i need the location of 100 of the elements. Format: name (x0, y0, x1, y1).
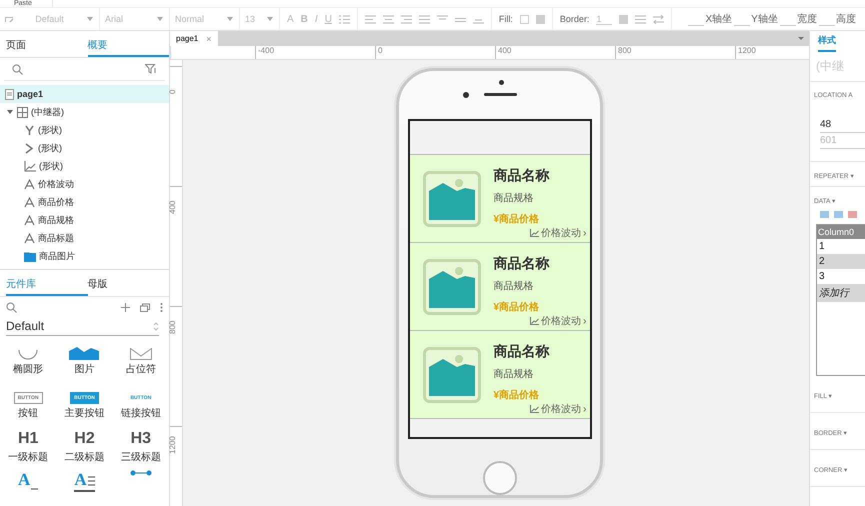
outline-page[interactable]: page1 (17, 89, 44, 99)
ruler-label: 1200 (168, 436, 177, 454)
widget-label[interactable]: 图片 (74, 362, 94, 376)
price-trend-link[interactable]: 价格波动 (541, 314, 582, 328)
line-chart-icon (530, 229, 540, 238)
product-title: 商品名称 (494, 167, 550, 186)
product-title: 商品名称 (494, 343, 550, 362)
align-left-icon[interactable] (364, 14, 376, 24)
arrow-glyph: › (583, 316, 586, 327)
arrow-style-icon[interactable] (653, 14, 664, 24)
justify-icon[interactable] (418, 14, 430, 24)
coordinate-field[interactable]: Y轴坐 (751, 12, 778, 26)
outline-item[interactable]: (形状) (39, 160, 63, 172)
outline-item[interactable]: 商品标题 (38, 232, 74, 244)
outline-item[interactable]: (形状) (38, 124, 62, 136)
panel-tab[interactable]: 样式 (818, 31, 836, 52)
outline-item[interactable]: (形状) (38, 142, 62, 154)
data-row[interactable]: 2 (817, 254, 865, 269)
widget-label[interactable]: 二级标题 (64, 450, 104, 464)
border-style-icon[interactable] (635, 14, 646, 24)
up-down-icon (153, 322, 159, 330)
arrow-glyph: › (583, 228, 586, 239)
coordinate-field[interactable]: 高度 (836, 12, 856, 26)
panel-tab[interactable]: 概要 (88, 38, 169, 57)
align-right-icon[interactable] (400, 14, 412, 24)
product-card[interactable]: 商品名称 商品规格 ¥商品价格 价格波动 › (410, 155, 590, 244)
image-placeholder-icon (422, 259, 480, 316)
heading-icon: H1 (18, 430, 38, 448)
chevron-icon (24, 142, 35, 154)
widget-label[interactable]: 按钮 (18, 406, 38, 420)
list-icon[interactable] (338, 14, 350, 24)
add-row-button[interactable]: 添加行 (817, 284, 865, 302)
column-header: Column0 (817, 225, 865, 239)
grid-icon (17, 106, 28, 118)
placeholder-icon (130, 348, 152, 360)
outline-item[interactable]: 商品规格 (38, 214, 74, 226)
camera-dot (463, 92, 469, 98)
image-placeholder-icon (422, 347, 480, 404)
line-chart-icon (24, 160, 36, 172)
caret-icon[interactable] (6, 108, 14, 116)
widget-label[interactable]: 主要按钮 (64, 406, 104, 420)
outline-item[interactable]: 商品图片 (39, 250, 75, 262)
ruler-label: 0 (378, 46, 382, 55)
more-icon[interactable] (160, 302, 163, 312)
image-placeholder-icon (422, 171, 480, 228)
document-tab[interactable]: page1 × (170, 31, 218, 46)
data-row[interactable]: 3 (817, 269, 865, 284)
shadow-icon[interactable] (536, 14, 545, 24)
ruler-label: 0 (168, 90, 177, 94)
caret-icon (266, 16, 274, 22)
plus-icon[interactable] (121, 302, 130, 312)
text-type-icon (24, 178, 35, 190)
panel-tab[interactable]: 页面 (6, 38, 88, 57)
coordinate-field[interactable]: X轴坐 (705, 12, 732, 26)
line-chart-icon (530, 317, 540, 326)
style-icon (5, 16, 13, 22)
panel-tab[interactable]: 元件库 (6, 277, 88, 296)
caret-icon (86, 16, 94, 22)
ruler-label: 400 (168, 200, 177, 214)
ruler-label: 800 (168, 320, 177, 334)
product-title: 商品名称 (494, 255, 550, 274)
image-icon (24, 250, 36, 262)
filter-icon[interactable] (145, 64, 157, 74)
search-icon[interactable] (6, 302, 17, 312)
outline-item[interactable]: 商品价格 (38, 196, 74, 208)
product-card[interactable]: 商品名称 商品规格 ¥商品价格 价格波动 › (410, 331, 590, 420)
x-position-field[interactable]: 48 (820, 117, 865, 133)
widget-label[interactable]: 椭圆形 (13, 362, 44, 376)
fill-label: Fill: (498, 14, 513, 24)
search-icon[interactable] (12, 64, 23, 74)
text-type-icon (24, 232, 35, 244)
product-spec: 商品规格 (494, 192, 534, 206)
align-center-icon[interactable] (382, 14, 394, 24)
outline-item[interactable]: 价格波动 (38, 178, 74, 190)
stack-icon[interactable] (140, 302, 150, 312)
price-trend-link[interactable]: 价格波动 (541, 402, 582, 416)
caret-icon (156, 16, 164, 22)
heading-icon: H3 (130, 430, 152, 448)
ruler-label: 400 (498, 46, 512, 55)
widget-label[interactable]: 链接按钮 (120, 406, 161, 420)
widget-label[interactable]: 三级标题 (120, 450, 161, 464)
widget-label[interactable]: 一级标题 (8, 450, 48, 464)
ruler-label: 800 (618, 46, 632, 55)
product-card[interactable]: 商品名称 商品规格 ¥商品价格 价格波动 › (410, 243, 590, 332)
outline-item[interactable]: (中继器) (31, 106, 64, 118)
sensor-dot (499, 80, 504, 85)
panel-tab[interactable]: 母版 (88, 277, 169, 296)
ruler-label: 1200 (738, 46, 756, 55)
border-label: Border: (560, 14, 590, 24)
price-trend-link[interactable]: 价格波动 (541, 226, 582, 240)
library-dropdown[interactable]: Default (6, 317, 159, 336)
arrow-glyph: › (583, 404, 586, 415)
fill-swatch[interactable] (520, 14, 529, 24)
table-tools-icon[interactable] (820, 211, 858, 218)
border-color-swatch[interactable] (619, 14, 628, 24)
product-price: ¥商品价格 (494, 212, 540, 226)
data-row[interactable]: 1 (817, 239, 865, 254)
widget-label[interactable]: 占位符 (126, 362, 156, 376)
text-type-icon (24, 214, 35, 226)
coordinate-field[interactable]: 宽度 (796, 12, 817, 26)
